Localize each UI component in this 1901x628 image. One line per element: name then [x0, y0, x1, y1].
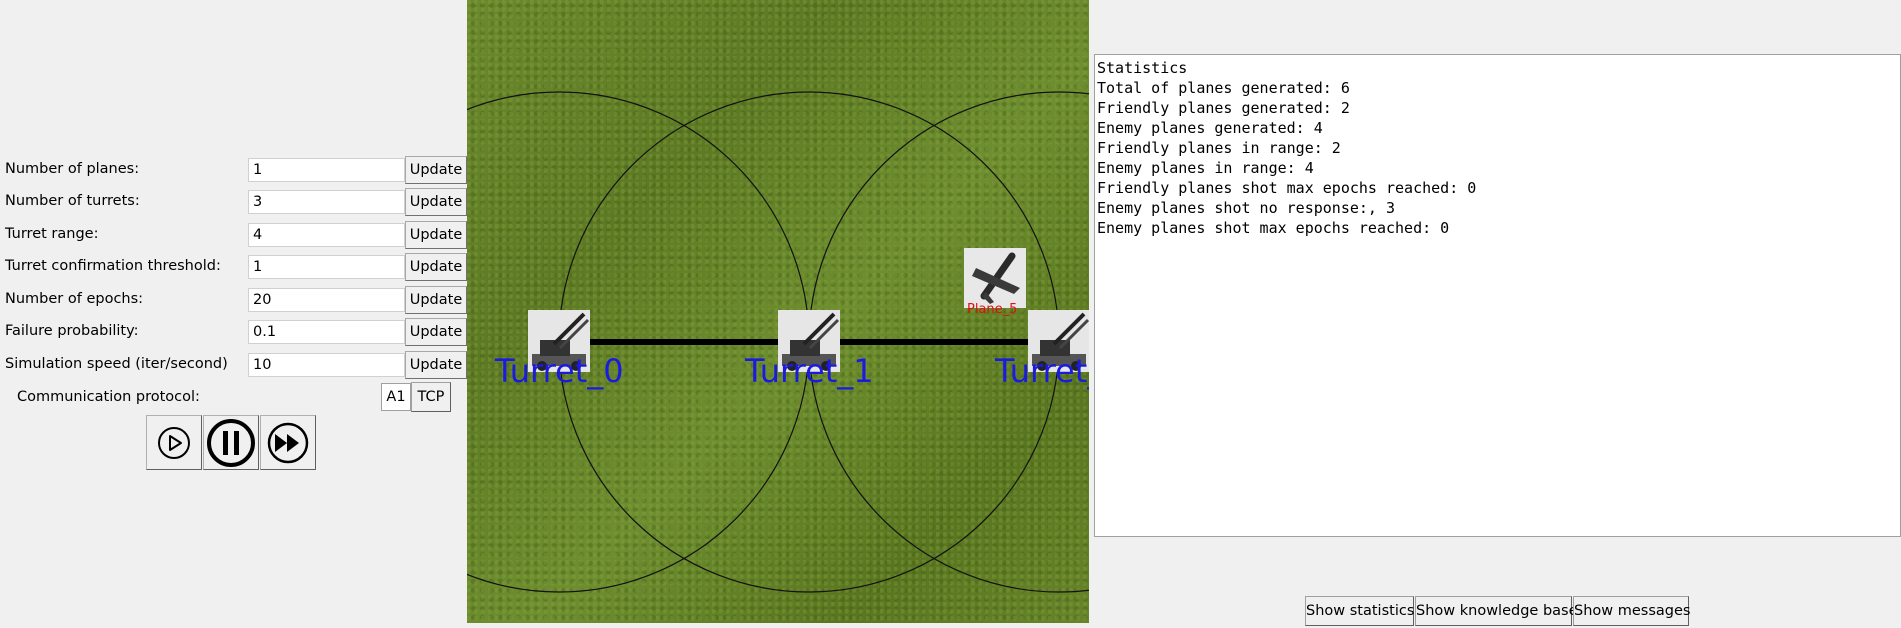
setting-row-epochs: Number of epochs: Update [5, 286, 467, 314]
show-messages-button[interactable]: Show messages [1573, 596, 1690, 626]
setting-label: Number of turrets: [5, 193, 140, 209]
communication-protocol-label: Communication protocol: [17, 389, 200, 405]
pause-icon [207, 418, 255, 467]
stats-line: Enemy planes generated: 4 [1097, 119, 1323, 137]
setting-label: Simulation speed (iter/second) [5, 356, 228, 372]
failure-probability-input[interactable] [248, 320, 405, 344]
setting-row-planes: Number of planes: Update [5, 156, 467, 184]
update-failure-button[interactable]: Update [405, 318, 467, 346]
turret-label: Turret_0 [495, 352, 624, 390]
show-statistics-button[interactable]: Show statistics [1305, 596, 1414, 626]
stats-line: Total of planes generated: 6 [1097, 79, 1350, 97]
setting-label: Number of planes: [5, 161, 140, 177]
turret-label: Turret_ [995, 352, 1089, 390]
update-range-button[interactable]: Update [405, 221, 467, 249]
number-of-turrets-input[interactable] [248, 190, 405, 214]
play-icon [158, 426, 190, 459]
pause-button[interactable] [203, 415, 259, 470]
protocol-option-a1[interactable]: A1 [381, 383, 411, 411]
stats-line: Friendly planes in range: 2 [1097, 139, 1341, 157]
fighter-plane-icon [964, 248, 1026, 308]
fast-forward-button[interactable] [260, 415, 316, 470]
update-planes-button[interactable]: Update [405, 156, 467, 184]
stats-line: Enemy planes shot max epochs reached: 0 [1097, 219, 1450, 237]
stats-line: Friendly planes generated: 2 [1097, 99, 1350, 117]
fast-forward-icon [267, 422, 309, 463]
setting-row-turrets: Number of turrets: Update [5, 188, 467, 216]
plane-label: Plane_5 [967, 302, 1018, 317]
simulation-speed-input[interactable] [248, 353, 405, 377]
setting-label: Failure probability: [5, 323, 139, 339]
show-knowledge-base-button[interactable]: Show knowledge base [1415, 596, 1578, 626]
stats-line: Friendly planes shot max epochs reached:… [1097, 179, 1477, 197]
confirmation-threshold-input[interactable] [248, 255, 405, 279]
update-turrets-button[interactable]: Update [405, 188, 467, 216]
setting-row-range: Turret range: Update [5, 221, 467, 249]
setting-row-speed: Simulation speed (iter/second) Update [5, 351, 467, 379]
setting-label: Turret confirmation threshold: [5, 258, 221, 274]
settings-panel: Number of planes: Update Number of turre… [0, 0, 468, 628]
stats-line: Statistics [1097, 59, 1188, 77]
setting-label: Number of epochs: [5, 291, 144, 307]
play-button[interactable] [146, 415, 202, 470]
statistics-panel: Statistics Total of planes generated: 6 Fr… [1094, 54, 1901, 537]
update-epochs-button[interactable]: Update [405, 286, 467, 314]
protocol-option-tcp[interactable]: TCP [411, 382, 451, 412]
setting-row-threshold: Turret confirmation threshold: Update [5, 253, 467, 281]
stats-line: Enemy planes shot no response:, 3 [1097, 199, 1396, 217]
update-speed-button[interactable]: Update [405, 351, 467, 379]
number-of-epochs-input[interactable] [248, 288, 405, 312]
update-threshold-button[interactable]: Update [405, 253, 467, 281]
stats-line: Enemy planes in range: 4 [1097, 159, 1314, 177]
setting-label: Turret range: [5, 226, 99, 242]
turret-range-input[interactable] [248, 223, 405, 247]
number-of-planes-input[interactable] [248, 158, 405, 182]
battlefield-map: Turret_0 Turret_1 Turret_ Plane_5 [467, 0, 1089, 623]
setting-row-failure: Failure probability: Update [5, 318, 467, 346]
turret-label: Turret_1 [745, 352, 874, 390]
